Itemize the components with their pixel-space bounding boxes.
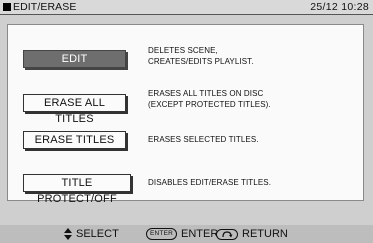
edit-description-line2: CREATES/EDITS PLAYLIST. [148,56,254,66]
help-bar: SELECT ENTER ENTER RETURN [0,225,373,243]
erase-titles-button[interactable]: ERASE TITLES [23,131,126,149]
return-button-icon [216,228,238,240]
erase-all-titles-description-line1: ERASES ALL TITLES ON DISC [148,89,264,98]
erase-titles-description-line1: ERASES SELECTED TITLES. [148,135,259,144]
erase-all-titles-description-line2: (EXCEPT PROTECTED TITLES). [148,99,271,109]
enter-button-icon: ENTER [146,228,178,240]
help-enter-label: ENTER [181,228,219,240]
edit-erase-screen: EDIT/ERASE 25/12 10:28 EDIT DELETES SCEN… [0,0,373,243]
help-return-label: RETURN [242,228,288,240]
erase-titles-description: ERASES SELECTED TITLES. [148,135,259,146]
up-down-arrows-icon [64,228,72,240]
menu-indicator-icon [3,3,11,11]
help-select: SELECT [64,225,119,243]
help-select-label: SELECT [76,228,119,240]
title-bar: EDIT/ERASE 25/12 10:28 [0,0,373,15]
edit-description-line1: DELETES SCENE, [148,46,218,55]
edit-button[interactable]: EDIT [23,50,126,68]
help-return: RETURN [216,225,288,243]
title-protect-description-line1: DISABLES EDIT/ERASE TITLES. [148,178,272,187]
clock: 25/12 10:28 [310,1,369,13]
page-title: EDIT/ERASE [13,1,77,13]
erase-all-titles-button[interactable]: ERASE ALL TITLES [23,94,126,125]
title-protect-button[interactable]: TITLE PROTECT/OFF [23,174,131,205]
title-protect-description: DISABLES EDIT/ERASE TITLES. [148,178,271,189]
erase-all-titles-description: ERASES ALL TITLES ON DISC (EXCEPT PROTEC… [148,89,271,110]
menu-panel: EDIT DELETES SCENE, CREATES/EDITS PLAYLI… [7,24,364,205]
edit-description: DELETES SCENE, CREATES/EDITS PLAYLIST. [148,46,254,67]
help-enter: ENTER ENTER [146,225,218,243]
